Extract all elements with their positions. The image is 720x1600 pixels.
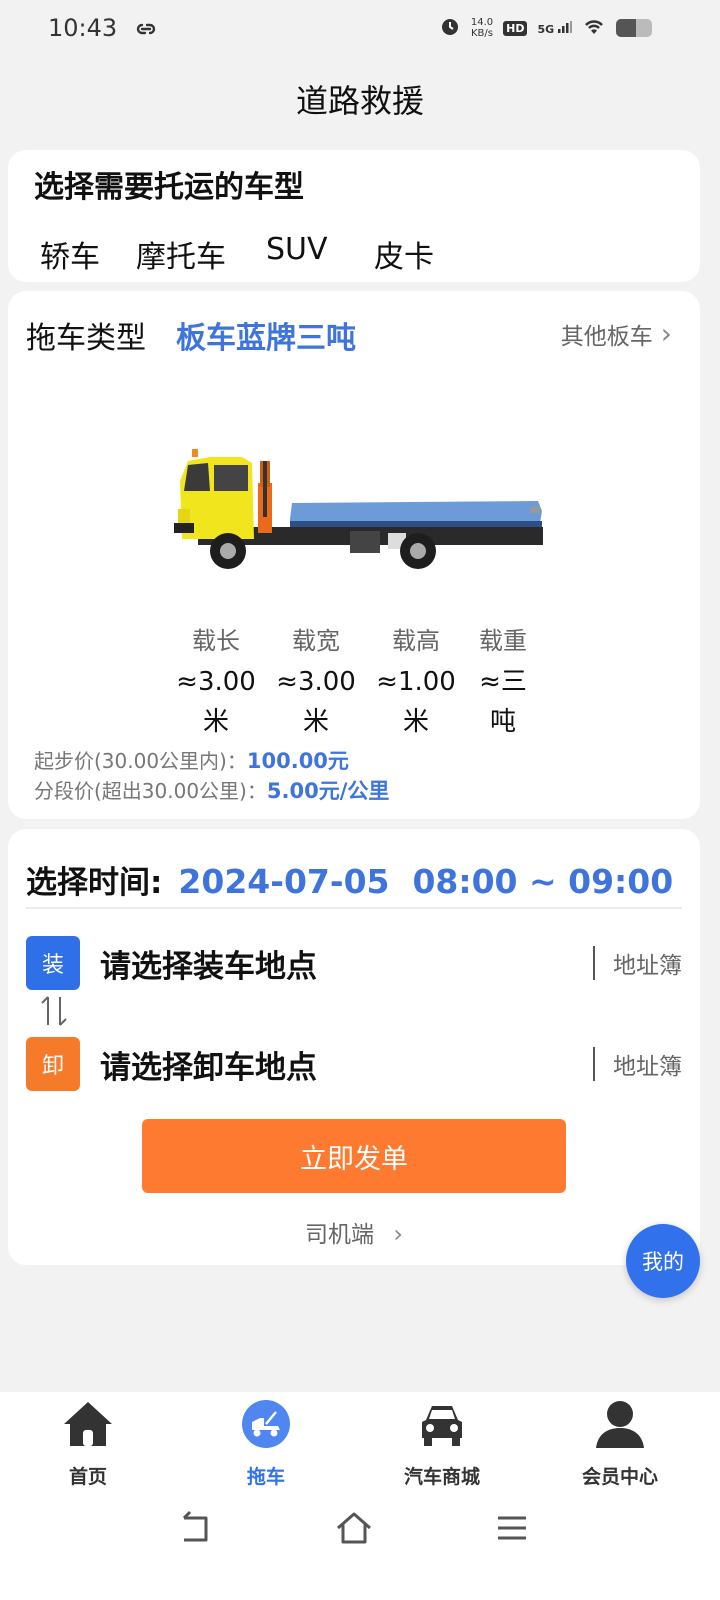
- back-icon[interactable]: [176, 1508, 216, 1548]
- spec-length: 载长 ≈3.00米: [176, 627, 256, 737]
- nav-tow[interactable]: 拖车: [206, 1398, 326, 1489]
- unload-address-input[interactable]: 请选择卸车地点: [100, 1042, 593, 1087]
- driver-app-link[interactable]: 司机端 ›: [8, 1215, 700, 1249]
- spec-width: 载宽 ≈3.00米: [276, 627, 356, 737]
- network-speed: 14.0 KB/s: [470, 17, 494, 39]
- segment-price: 分段价(超出30.00公里)：5.00元/公里: [34, 779, 390, 803]
- load-address-book-link[interactable]: 地址簿: [613, 946, 682, 980]
- spec-height: 载高 ≈1.00米: [376, 627, 456, 737]
- nav-car-mall[interactable]: 汽车商城: [382, 1398, 502, 1489]
- bottom-nav: 首页 拖车 汽车商城 会员中心: [0, 1392, 720, 1494]
- selected-time[interactable]: 2024-07-05 08:00 ~ 09:00: [178, 862, 673, 901]
- divider: [26, 907, 682, 909]
- start-price: 起步价(30.00公里内)：100.00元: [34, 749, 349, 773]
- vehicle-type-card: 选择需要托运的车型 轿车 摩托车 SUV 皮卡: [8, 150, 700, 282]
- status-bar: 10:43 14.0 KB/s HD 5G: [0, 0, 720, 56]
- tow-truck-card: 拖车类型 板车蓝牌三吨 其他板车 › 载长 ≈3.00米 载宽 ≈3.00米 载…: [8, 291, 700, 819]
- wifi-icon: [582, 17, 606, 39]
- nav-member-center[interactable]: 会员中心: [560, 1398, 680, 1489]
- swap-icon[interactable]: [36, 993, 72, 1029]
- load-address-input[interactable]: 请选择装车地点: [100, 941, 593, 986]
- status-time: 10:43: [48, 14, 118, 42]
- user-icon: [596, 1401, 644, 1448]
- vehicle-option-suv[interactable]: SUV: [266, 232, 328, 267]
- tow-truck-icon: [242, 1400, 290, 1448]
- tow-type-value: 板车蓝牌三吨: [176, 321, 356, 356]
- load-badge: 装: [26, 936, 80, 990]
- home-icon: [64, 1402, 112, 1446]
- home-system-icon[interactable]: [334, 1508, 374, 1548]
- menu-icon[interactable]: [492, 1508, 532, 1548]
- load-address-row[interactable]: 装 请选择装车地点 地址簿: [26, 935, 682, 991]
- my-profile-fab[interactable]: 我的: [626, 1224, 700, 1298]
- nav-home[interactable]: 首页: [28, 1398, 148, 1489]
- vehicle-type-tabs: 轿车 摩托车 SUV 皮卡: [8, 232, 700, 275]
- chevron-right-icon: ›: [393, 1220, 403, 1248]
- tow-type-label: 拖车类型: [26, 321, 146, 356]
- tow-truck-image: [174, 449, 543, 569]
- alarm-icon: [439, 15, 461, 41]
- unload-address-book-link[interactable]: 地址簿: [613, 1047, 682, 1081]
- link-icon: [135, 14, 157, 42]
- time-selector[interactable]: 选择时间: 2024-07-05 08:00 ~ 09:00: [26, 857, 673, 902]
- battery-icon: [616, 19, 652, 37]
- other-trucks-link[interactable]: 其他板车 ›: [561, 317, 672, 351]
- car-icon: [422, 1406, 462, 1446]
- vehicle-option-pickup[interactable]: 皮卡: [374, 232, 434, 276]
- chevron-right-icon: ›: [660, 317, 672, 350]
- page-title: 道路救援: [295, 82, 424, 120]
- vehicle-option-sedan[interactable]: 轿车: [40, 232, 100, 276]
- vehicle-type-heading: 选择需要托运的车型: [34, 170, 304, 205]
- unload-badge: 卸: [26, 1037, 80, 1091]
- order-card: 选择时间: 2024-07-05 08:00 ~ 09:00 装 请选择装车地点…: [8, 829, 700, 1265]
- submit-order-button[interactable]: 立即发单: [142, 1119, 566, 1193]
- vehicle-option-motorcycle[interactable]: 摩托车: [136, 232, 226, 276]
- spec-weight: 载重 ≈三吨: [479, 627, 527, 737]
- hd-icon: HD: [503, 20, 528, 36]
- signal-icon: 5G: [537, 20, 572, 36]
- unload-address-row[interactable]: 卸 请选择卸车地点 地址簿: [26, 1036, 682, 1092]
- system-nav-bar: [0, 1494, 720, 1600]
